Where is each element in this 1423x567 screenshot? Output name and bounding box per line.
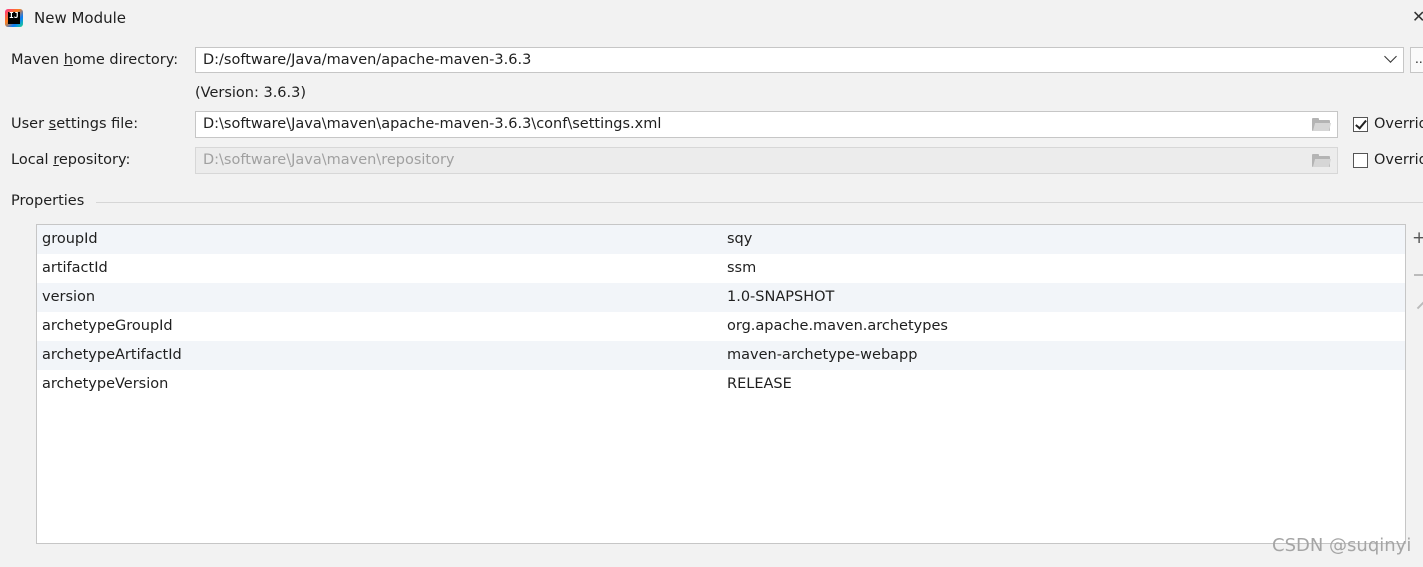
property-value[interactable]: ssm — [727, 260, 756, 276]
remove-icon[interactable] — [1414, 274, 1423, 276]
watermark: CSDN @suqinyi — [1272, 535, 1412, 556]
title-bar: IJ New Module ✕ — [0, 0, 1423, 38]
user-settings-value: D:\software\Java\maven\apache-maven-3.6.… — [203, 116, 662, 132]
user-settings-label: User settings file: — [11, 116, 139, 132]
table-row[interactable]: groupId sqy — [37, 225, 1405, 254]
user-settings-field[interactable]: D:\software\Java\maven\apache-maven-3.6.… — [195, 111, 1338, 138]
chevron-down-icon[interactable] — [1384, 50, 1397, 63]
properties-title: Properties — [11, 193, 85, 209]
property-key: groupId — [42, 231, 98, 247]
property-value[interactable]: RELEASE — [727, 376, 792, 392]
table-row[interactable]: version 1.0-SNAPSHOT — [37, 283, 1405, 312]
maven-home-browse-button[interactable]: ... — [1410, 47, 1423, 73]
folder-icon[interactable] — [1312, 118, 1332, 131]
properties-divider — [96, 202, 1423, 203]
user-settings-override-label[interactable]: Override — [1374, 116, 1423, 132]
user-settings-override-checkbox[interactable] — [1353, 117, 1368, 132]
maven-home-label: Maven home directory: — [11, 52, 179, 68]
maven-version-text: (Version: 3.6.3) — [195, 85, 307, 101]
local-repository-label: Local repository: — [11, 152, 131, 168]
properties-table[interactable]: groupId sqy artifactId ssm version 1.0-S… — [36, 224, 1406, 544]
maven-home-combobox[interactable]: D:/software/Java/maven/apache-maven-3.6.… — [195, 47, 1404, 73]
property-value[interactable]: maven-archetype-webapp — [727, 347, 917, 363]
property-key: archetypeArtifactId — [42, 347, 182, 363]
folder-icon — [1312, 154, 1332, 167]
local-repository-value: D:\software\Java\maven\repository — [203, 152, 455, 168]
edit-icon[interactable] — [1416, 300, 1423, 310]
property-value[interactable]: sqy — [727, 231, 752, 247]
window-title: New Module — [34, 9, 127, 27]
local-repository-override-label[interactable]: Override — [1374, 152, 1423, 168]
maven-home-value: D:/software/Java/maven/apache-maven-3.6.… — [203, 52, 532, 68]
table-row[interactable]: archetypeArtifactId maven-archetype-weba… — [37, 341, 1405, 370]
table-row[interactable]: archetypeVersion RELEASE — [37, 370, 1405, 399]
property-value[interactable]: org.apache.maven.archetypes — [727, 318, 948, 334]
property-key: archetypeGroupId — [42, 318, 173, 334]
intellij-icon: IJ — [5, 9, 23, 27]
property-key: artifactId — [42, 260, 108, 276]
property-value[interactable]: 1.0-SNAPSHOT — [727, 289, 834, 305]
add-icon[interactable]: + — [1412, 230, 1423, 247]
properties-toolbar: + — [1410, 226, 1423, 316]
table-row[interactable]: artifactId ssm — [37, 254, 1405, 283]
local-repository-override-checkbox[interactable] — [1353, 153, 1368, 168]
property-key: version — [42, 289, 96, 305]
property-key: archetypeVersion — [42, 376, 169, 392]
local-repository-field: D:\software\Java\maven\repository — [195, 147, 1338, 174]
table-row[interactable]: archetypeGroupId org.apache.maven.archet… — [37, 312, 1405, 341]
close-icon[interactable]: ✕ — [1412, 7, 1423, 26]
